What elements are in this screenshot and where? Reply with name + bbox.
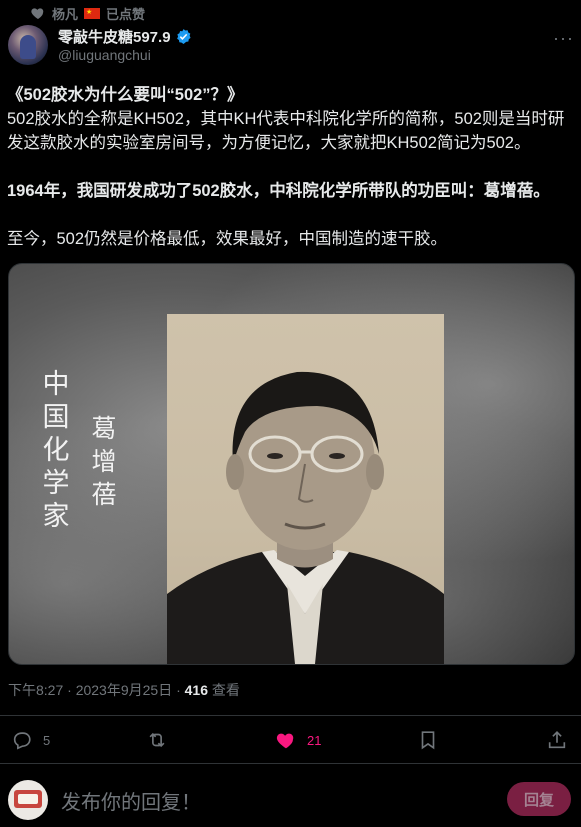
repost-icon[interactable]	[146, 729, 168, 751]
bookmark-action[interactable]	[417, 728, 439, 752]
view-count: 416	[184, 682, 208, 698]
bookmark-icon[interactable]	[417, 729, 439, 751]
portrait-photo	[167, 314, 444, 664]
china-flag-icon: ★	[84, 7, 101, 19]
image-caption-name: 葛增蓓	[91, 414, 117, 509]
current-user-avatar[interactable]	[8, 780, 48, 820]
reply-icon[interactable]	[11, 729, 33, 751]
reply-action[interactable]: 5	[11, 728, 50, 752]
author-handle[interactable]: @liuguangchui	[58, 47, 151, 63]
post-paragraph-1: 502胶水的全称是KH502，其中KH代表中科院化学所的简称，502则是当时研发…	[7, 110, 565, 152]
post-timestamp[interactable]: 下午8:27 · 2023年9月25日 ·	[8, 682, 185, 698]
post-paragraph-3: 至今，502仍然是价格最低，效果最好，中国制造的速干胶。	[7, 230, 448, 248]
author-display-name[interactable]: 零敲牛皮糖597.9	[58, 26, 171, 47]
author-name-row[interactable]: 零敲牛皮糖597.9	[58, 26, 192, 47]
post-paragraph-2: 1964年，我国研发成功了502胶水，中科院化学所带队的功臣叫：葛增蓓。	[7, 182, 550, 200]
reply-count: 5	[43, 732, 51, 748]
repost-action[interactable]	[146, 728, 168, 752]
heart-icon	[31, 8, 44, 19]
liked-by-name[interactable]: 杨凡	[52, 4, 78, 23]
divider	[0, 763, 581, 764]
author-avatar[interactable]	[8, 25, 48, 65]
like-count: 21	[307, 732, 322, 748]
post-image[interactable]: 中国化学家 葛增蓓	[8, 263, 575, 665]
like-action[interactable]: 21	[275, 728, 321, 752]
divider	[0, 715, 581, 716]
heart-filled-icon[interactable]	[275, 729, 297, 751]
social-context: 杨凡 ★ 已点赞	[30, 3, 145, 23]
share-icon[interactable]	[546, 729, 568, 751]
post-title: 《502胶水为什么要叫“502”？》	[7, 86, 244, 104]
liked-by-suffix: 已点赞	[106, 6, 146, 22]
post-meta: 下午8:27 · 2023年9月25日 · 416 查看	[8, 680, 240, 700]
image-caption-title: 中国化学家	[42, 369, 70, 532]
verified-badge-icon[interactable]	[175, 28, 192, 45]
portrait-figure	[167, 371, 444, 664]
reply-button[interactable]: 回复	[507, 782, 571, 816]
view-label: 查看	[208, 682, 240, 698]
share-action[interactable]	[546, 728, 568, 752]
reply-input[interactable]: 发布你的回复！	[61, 786, 201, 815]
more-options-icon[interactable]: ···	[553, 28, 574, 49]
